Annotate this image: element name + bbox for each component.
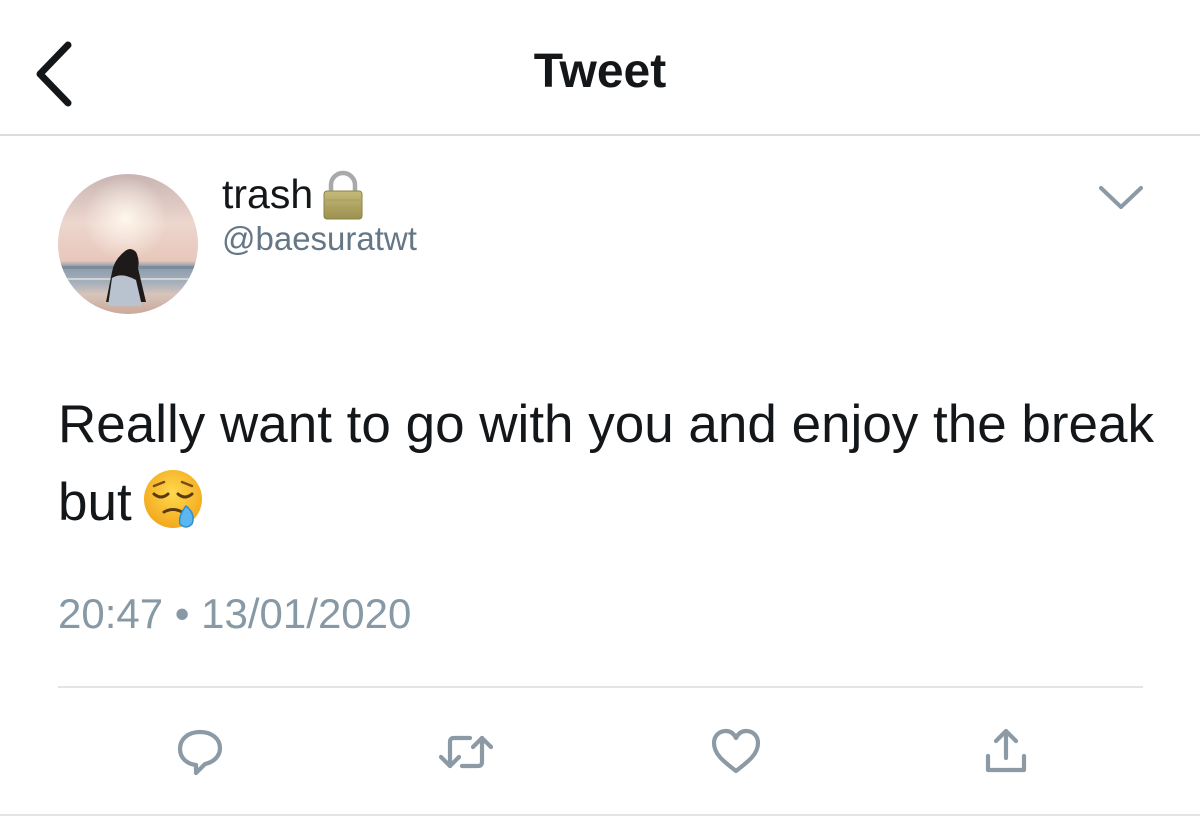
reply-icon	[177, 729, 223, 776]
timestamp-separator: •	[174, 590, 190, 637]
reply-button[interactable]	[168, 720, 232, 784]
tweet-text: Really want to go with you and enjoy the…	[58, 395, 1154, 532]
tweet-date: 13/01/2020	[201, 590, 412, 637]
sleepy-face-emoji	[142, 468, 204, 530]
share-icon	[985, 728, 1027, 773]
author-handle[interactable]: @baesuratwt	[222, 217, 417, 261]
tweet-menu-button[interactable]	[1090, 176, 1152, 220]
author-name-row: trash	[222, 168, 367, 220]
tweet-body: Really want to go with you and enjoy the…	[58, 386, 1168, 542]
display-name[interactable]: trash	[222, 169, 313, 219]
like-button[interactable]	[704, 720, 768, 784]
avatar[interactable]	[58, 174, 198, 314]
chevron-down-icon	[1099, 186, 1143, 209]
share-button[interactable]	[974, 720, 1038, 784]
lock-icon	[319, 169, 367, 221]
tweet-time: 20:47	[58, 590, 164, 637]
bottom-divider	[0, 814, 1200, 816]
top-bar: Tweet	[0, 0, 1200, 136]
heart-icon	[711, 728, 761, 774]
tweet-timestamp: 20:47 • 13/01/2020	[58, 588, 411, 640]
action-bar	[0, 710, 1200, 790]
retweet-icon	[438, 735, 494, 769]
retweet-button[interactable]	[434, 720, 498, 784]
divider	[58, 686, 1143, 688]
page-title: Tweet	[533, 45, 667, 98]
